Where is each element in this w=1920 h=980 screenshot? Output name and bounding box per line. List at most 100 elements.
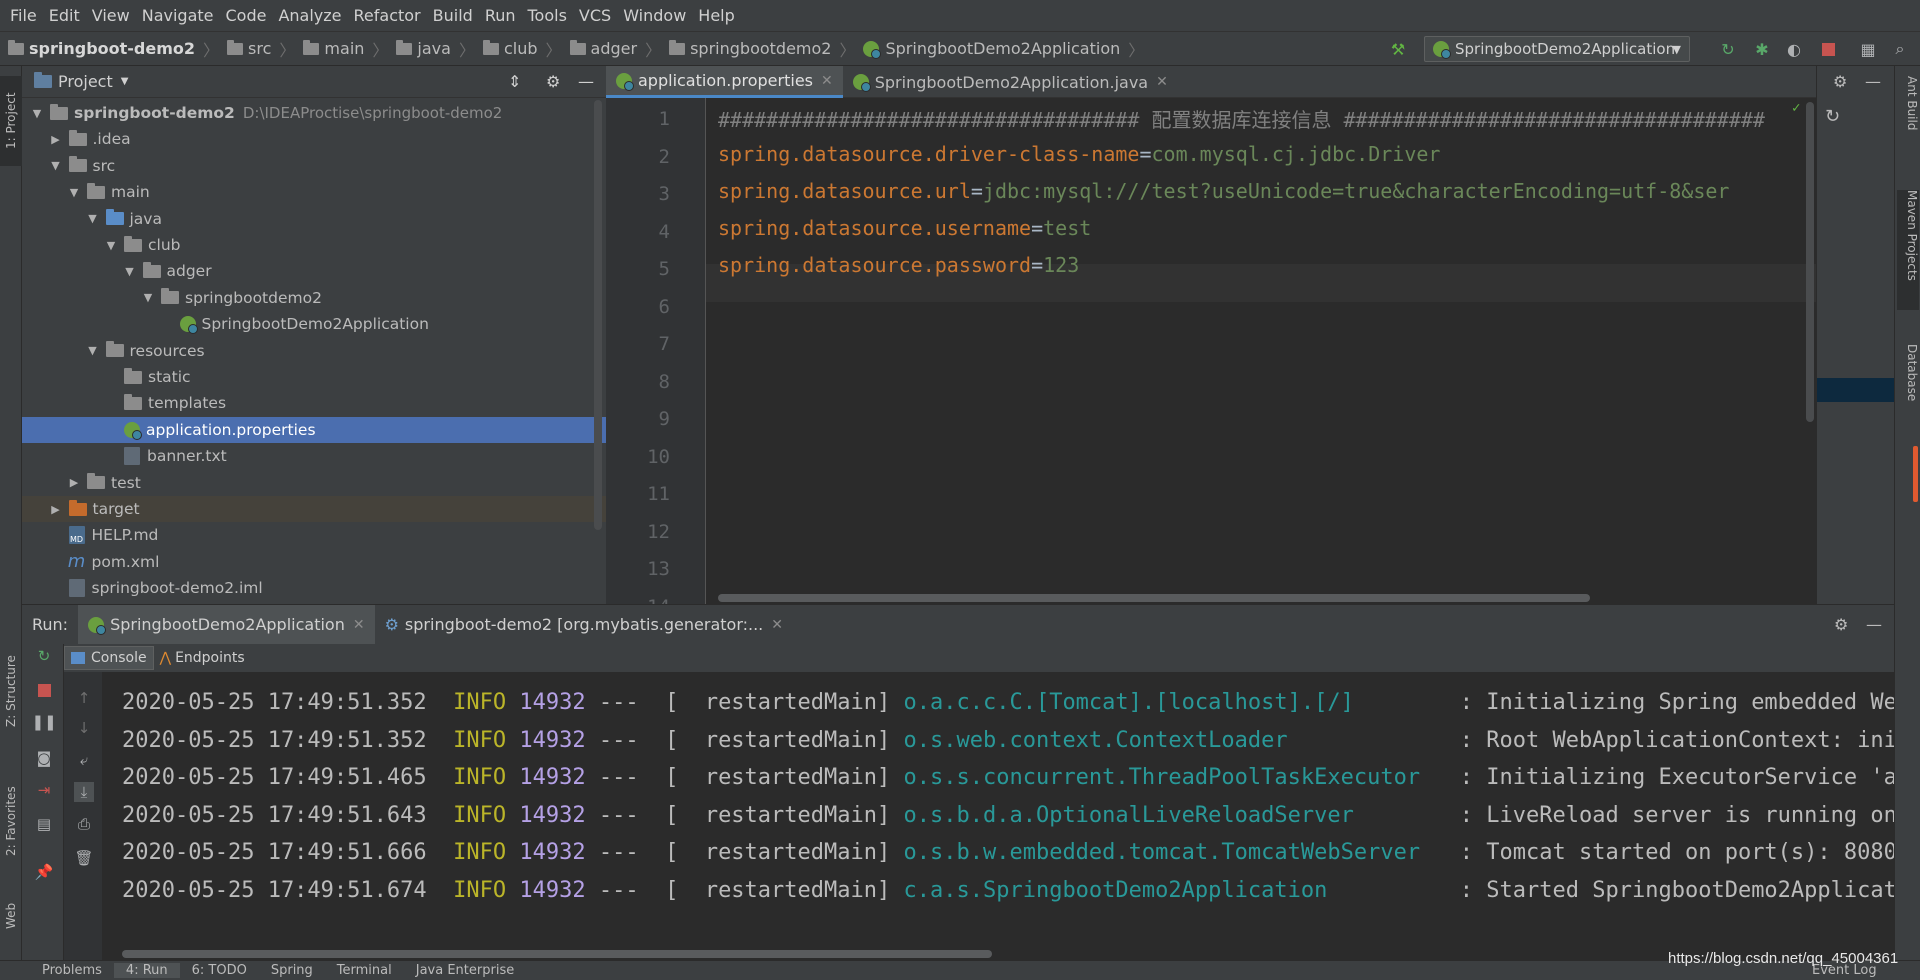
tree-item[interactable]: ▶ target xyxy=(22,496,606,522)
menu-build[interactable]: Build xyxy=(427,6,479,25)
debug-bug-icon[interactable]: ✱ xyxy=(1752,39,1772,59)
minimize-icon[interactable]: — xyxy=(1866,615,1882,634)
print-icon[interactable]: ⎙ xyxy=(74,814,94,834)
pin-icon[interactable]: 📌 xyxy=(34,862,54,882)
tool-tab-structure[interactable]: Z: Structure xyxy=(0,646,22,736)
tree-item[interactable]: ▼ springbootdemo2 xyxy=(22,285,606,311)
project-panel-title[interactable]: Project xyxy=(58,72,113,91)
editor-tab-application-properties[interactable]: application.properties ✕ xyxy=(606,66,843,98)
tree-item[interactable]: ▼ resources xyxy=(22,338,606,364)
breadcrumb-main[interactable]: main 〉 xyxy=(295,37,388,61)
coverage-icon[interactable]: ◐ xyxy=(1784,39,1804,59)
expanded-arrow-icon[interactable]: ▼ xyxy=(30,107,44,120)
console-tab[interactable]: Console xyxy=(64,646,154,670)
expanded-arrow-icon[interactable]: ▼ xyxy=(49,159,63,172)
collapse-all-icon[interactable]: ⇕ xyxy=(508,72,521,91)
tree-item[interactable]: banner.txt xyxy=(22,443,606,469)
scroll-to-end-icon[interactable]: ⤓ xyxy=(74,782,94,802)
build-hammer-icon[interactable]: ⚒ xyxy=(1388,39,1408,59)
breadcrumb-springbootdemo2[interactable]: springbootdemo2 〉 xyxy=(661,37,855,61)
endpoints-tab[interactable]: ⋀ Endpoints xyxy=(154,646,251,670)
close-icon[interactable]: ✕ xyxy=(353,617,365,633)
menu-edit[interactable]: Edit xyxy=(43,6,86,25)
tree-item[interactable]: ▼ src xyxy=(22,153,606,179)
editor-tab-application-java[interactable]: SpringbootDemo2Application.java ✕ xyxy=(843,66,1178,98)
rerun-icon[interactable]: ↻ xyxy=(34,646,54,666)
gear-icon[interactable]: ⚙ xyxy=(546,72,560,91)
console-output[interactable]: 2020-05-25 17:49:51.352 INFO 14932 --- [… xyxy=(102,672,1894,960)
run-configuration-select[interactable]: SpringbootDemo2Application ▼ xyxy=(1424,36,1690,62)
tree-item[interactable]: templates xyxy=(22,390,606,416)
expanded-arrow-icon[interactable]: ▼ xyxy=(86,344,100,357)
tree-scrollbar[interactable] xyxy=(594,100,602,530)
tree-item[interactable]: static xyxy=(22,364,606,390)
rerun-icon[interactable]: ↻ xyxy=(1718,39,1738,59)
search-icon[interactable]: ⌕ xyxy=(1890,39,1910,59)
soft-wrap-icon[interactable]: ⤶ xyxy=(74,750,94,770)
tool-tab-project[interactable]: 1: Project xyxy=(0,76,22,166)
tool-tab-web[interactable]: Web xyxy=(0,891,22,941)
gear-icon[interactable]: ⚙ xyxy=(1833,72,1847,91)
close-icon[interactable]: ✕ xyxy=(1156,74,1168,90)
expanded-arrow-icon[interactable]: ▼ xyxy=(104,239,118,252)
layout-icon[interactable]: ▤ xyxy=(34,814,54,834)
code-editor[interactable]: ################################### 配置数据… xyxy=(706,98,1816,604)
editor-vertical-scrollbar[interactable] xyxy=(1806,102,1814,422)
menu-window[interactable]: Window xyxy=(617,6,692,25)
breadcrumb-adger[interactable]: adger 〉 xyxy=(562,37,661,61)
menu-view[interactable]: View xyxy=(86,6,136,25)
menu-code[interactable]: Code xyxy=(220,6,273,25)
status-tab-java-enterprise[interactable]: Java Enterprise xyxy=(404,963,526,978)
camera-icon[interactable]: ◙ xyxy=(34,748,54,768)
gear-icon[interactable]: ⚙ xyxy=(1834,615,1848,634)
tree-item[interactable]: ▼ springboot-demo2 D:\IDEAProctise\springb… xyxy=(22,100,606,126)
minimize-icon[interactable]: — xyxy=(1865,72,1881,91)
collapsed-arrow-icon[interactable]: ▶ xyxy=(49,503,63,516)
menu-file[interactable]: File xyxy=(4,6,43,25)
menu-run[interactable]: Run xyxy=(479,6,522,25)
up-arrow-icon[interactable]: ↑ xyxy=(74,688,94,708)
menu-analyze[interactable]: Analyze xyxy=(272,6,347,25)
status-tab-problems[interactable]: Problems xyxy=(30,963,114,978)
menu-refactor[interactable]: Refactor xyxy=(348,6,427,25)
status-tab-run[interactable]: 4: Run xyxy=(113,963,180,978)
menu-tools[interactable]: Tools xyxy=(522,6,573,25)
exit-icon[interactable]: ⇥ xyxy=(34,780,54,800)
chevron-down-icon[interactable]: ▼ xyxy=(121,76,129,87)
close-icon[interactable]: ✕ xyxy=(771,617,783,633)
breadcrumb-club[interactable]: club 〉 xyxy=(475,37,562,61)
tree-item[interactable]: springboot-demo2.iml xyxy=(22,575,606,601)
menu-vcs[interactable]: VCS xyxy=(573,6,617,25)
close-icon[interactable]: ✕ xyxy=(821,73,833,89)
tree-item[interactable]: application.properties xyxy=(22,416,606,443)
trash-icon[interactable]: 🗑 xyxy=(74,848,94,868)
tool-tab-maven-projects[interactable]: Maven Projects xyxy=(1897,190,1919,310)
status-tab-terminal[interactable]: Terminal xyxy=(325,963,404,978)
tree-item[interactable]: ▼ adger xyxy=(22,258,606,284)
refresh-icon[interactable]: ↻ xyxy=(1825,106,1840,127)
run-tab-mybatis-generator[interactable]: ⚙ springboot-demo2 [org.mybatis.generato… xyxy=(375,605,793,645)
tree-item[interactable]: m pom.xml xyxy=(22,549,606,575)
tool-tab-ant-build[interactable]: Ant Build xyxy=(1897,76,1919,166)
run-tab-application[interactable]: SpringbootDemo2Application ✕ xyxy=(78,604,375,645)
expanded-arrow-icon[interactable]: ▼ xyxy=(123,265,137,278)
breadcrumb-project[interactable]: springboot-demo2 〉 xyxy=(0,37,219,61)
down-arrow-icon[interactable]: ↓ xyxy=(74,718,94,738)
tree-item[interactable]: ▼ main xyxy=(22,179,606,205)
tree-item[interactable]: ▼ club xyxy=(22,232,606,258)
expanded-arrow-icon[interactable]: ▼ xyxy=(141,291,155,304)
tool-tab-database[interactable]: Database xyxy=(1897,344,1919,424)
tree-item[interactable]: SpringbootDemo2Application xyxy=(22,311,606,337)
status-tab-todo[interactable]: 6: TODO xyxy=(180,963,259,978)
collapsed-arrow-icon[interactable]: ▶ xyxy=(49,133,63,146)
editor-horizontal-scrollbar[interactable] xyxy=(718,594,1590,602)
pause-icon[interactable]: ❚❚ xyxy=(31,712,56,732)
project-structure-icon[interactable]: ▦ xyxy=(1858,39,1878,59)
expanded-arrow-icon[interactable]: ▼ xyxy=(86,212,100,225)
stop-icon[interactable] xyxy=(34,680,54,700)
tree-item[interactable]: ▼ java xyxy=(22,206,606,232)
breadcrumb-java[interactable]: java 〉 xyxy=(388,37,475,61)
menu-navigate[interactable]: Navigate xyxy=(136,6,220,25)
stop-icon[interactable] xyxy=(1818,39,1838,59)
status-tab-spring[interactable]: Spring xyxy=(259,963,325,978)
